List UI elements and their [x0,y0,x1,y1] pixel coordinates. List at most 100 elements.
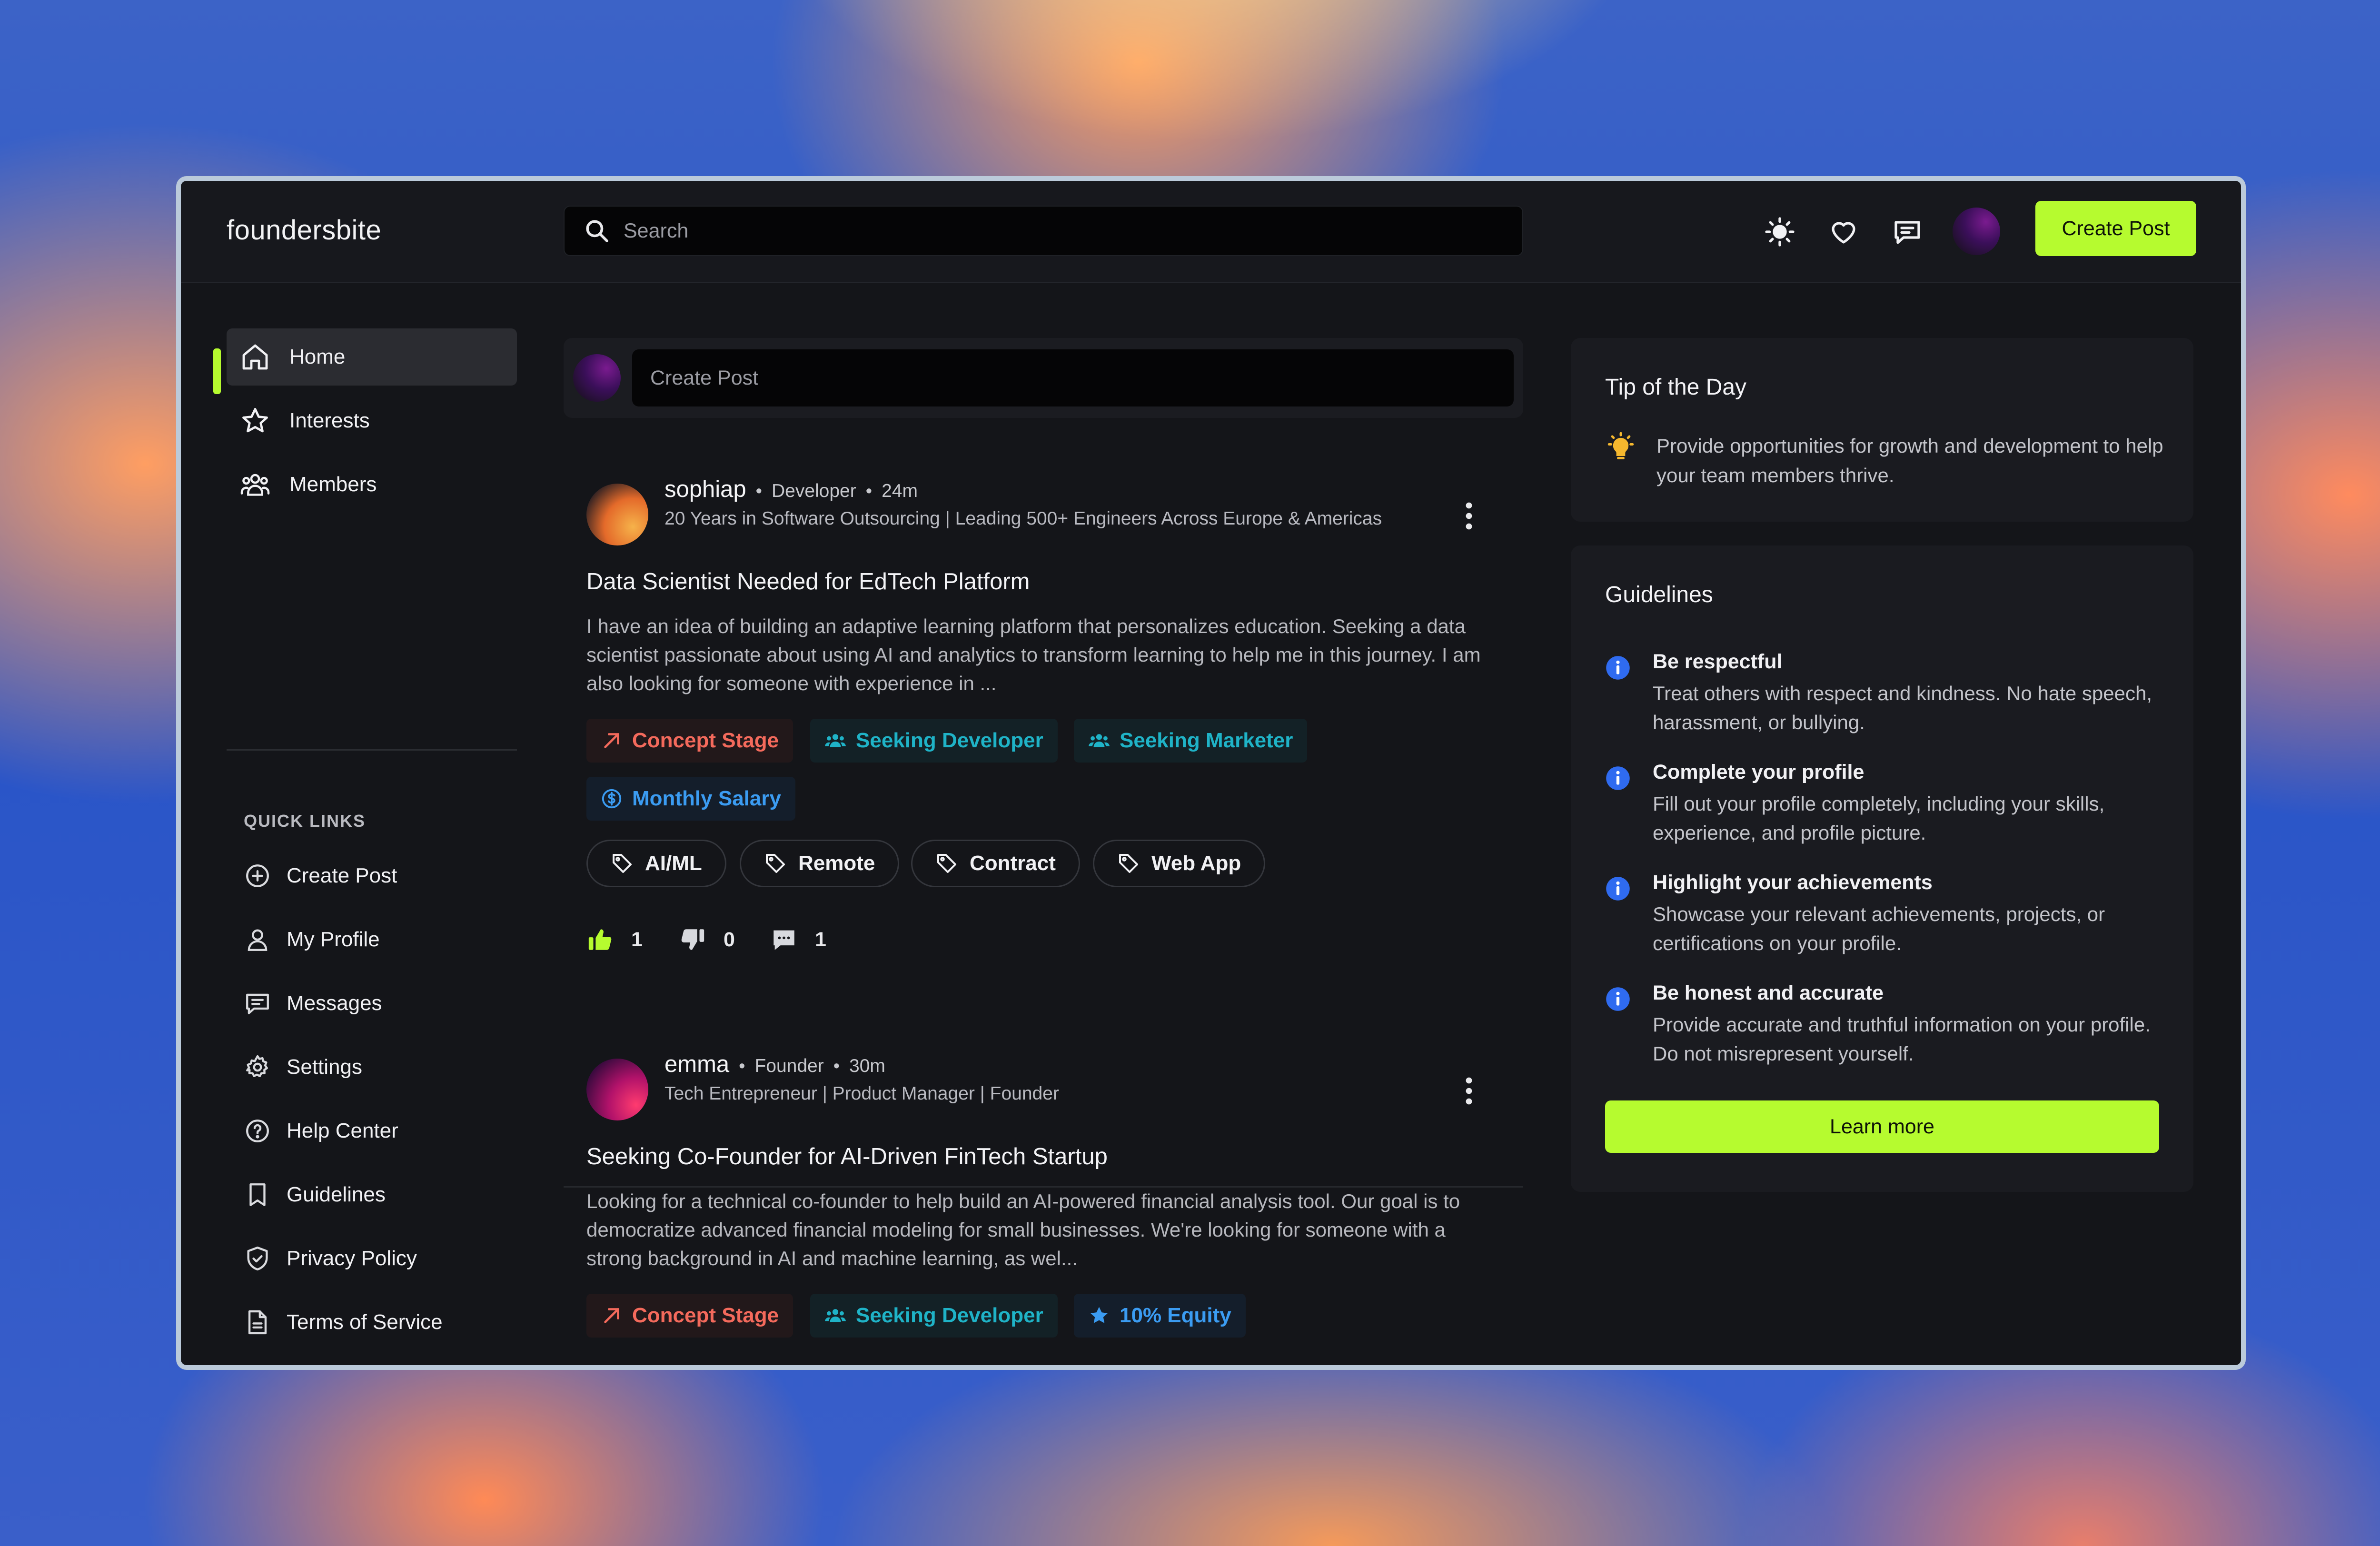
thumbs-up-icon [588,929,612,950]
post-author-role: Developer [771,481,856,501]
more-options-icon[interactable] [1459,501,1478,531]
quick-link-settings[interactable]: Settings [244,1048,362,1086]
tag-label: Web App [1151,852,1241,875]
dislike-button[interactable]: 0 [679,921,735,959]
app-window: foundersbite Search Create Post Home Int… [176,176,2246,1370]
post-meta: sophiap • Developer • 24m [664,476,918,503]
sidebar-item-label: Home [289,345,346,368]
badge-label: Concept Stage [632,1304,779,1327]
quick-link-label: Terms of Service [287,1310,443,1334]
like-count: 1 [631,928,643,951]
quick-links-title: QUICK LINKS [244,811,366,831]
tag-icon [766,854,785,873]
trend-arrow-icon [604,733,619,748]
tag-icon [937,854,956,873]
avatar[interactable] [586,1059,648,1120]
badge-equity: 10% Equity [1074,1294,1246,1338]
home-icon [242,344,268,370]
quick-link-guidelines[interactable]: Guidelines [244,1176,386,1214]
tip-of-the-day-card: Tip of the Day Provide opportunities for… [1571,338,2193,522]
quick-link-label: My Profile [287,928,380,951]
quick-link-messages[interactable]: Messages [244,984,382,1022]
tag-label: AI/ML [645,852,702,875]
dislike-count: 0 [724,928,735,951]
badge-concept-stage: Concept Stage [586,719,793,763]
tag-icon [1119,854,1138,873]
user-avatar[interactable] [1953,208,2000,255]
sidebar-item-home[interactable]: Home [227,328,517,386]
like-button[interactable]: 1 [586,921,643,959]
quick-link-privacy-policy[interactable]: Privacy Policy [244,1239,417,1278]
logo[interactable]: foundersbite [227,214,381,246]
plus-circle-icon [246,864,269,887]
avatar [573,354,621,402]
badge-label: Seeking Developer [856,1304,1043,1327]
help-icon [246,1120,269,1142]
tag-icon [613,854,632,873]
separator-dot: • [865,481,873,501]
quick-link-terms-of-service[interactable]: Terms of Service [244,1303,443,1341]
badge-seeking-marketer: Seeking Marketer [1074,719,1308,763]
info-icon [1606,766,1630,790]
post-title[interactable]: Data Scientist Needed for EdTech Platfor… [586,568,1030,595]
compose-box: Create Post [564,338,1523,418]
document-icon [248,1310,267,1335]
learn-more-button[interactable]: Learn more [1605,1100,2159,1153]
quick-link-label: Messages [287,991,382,1015]
thumbs-down-icon [681,929,704,950]
sidebar-item-label: Members [289,473,377,496]
sidebar-item-interests[interactable]: Interests [227,392,517,449]
badge-label: 10% Equity [1120,1304,1231,1327]
post-author[interactable]: emma [664,1051,729,1078]
top-bar: foundersbite Search Create Post [181,181,2241,283]
tag-ai-ml[interactable]: AI/ML [586,840,726,887]
search-bar[interactable]: Search [564,206,1523,256]
quick-link-help-center[interactable]: Help Center [244,1112,398,1150]
quick-link-create-post[interactable]: Create Post [244,857,397,895]
badge-label: Monthly Salary [632,787,781,810]
quick-link-label: Create Post [287,864,397,887]
info-icon [1606,987,1630,1011]
badge-label: Concept Stage [632,729,779,752]
tag-remote[interactable]: Remote [740,840,900,887]
gear-icon [246,1055,268,1078]
sun-icon [1765,217,1795,247]
info-icon [1606,656,1630,680]
post-meta: emma • Founder • 30m [664,1051,885,1078]
post-time: 24m [882,481,918,501]
tip-text: Provide opportunities for growth and dev… [1656,435,2163,486]
favorites-button[interactable] [1828,216,1859,248]
tag-label: Remote [798,852,875,875]
quick-link-my-profile[interactable]: My Profile [244,921,380,959]
comment-icon [774,930,794,950]
shield-icon [247,1246,268,1271]
quick-link-label: Settings [287,1055,362,1079]
theme-toggle-button[interactable] [1764,216,1795,248]
avatar[interactable] [586,484,648,545]
comment-button[interactable]: 1 [770,921,826,959]
tag-contract[interactable]: Contract [911,840,1080,887]
more-options-icon[interactable] [1459,1076,1478,1106]
create-post-input[interactable]: Create Post [632,349,1514,406]
guideline-heading: Complete your profile [1653,761,1864,783]
post-title[interactable]: Seeking Co-Founder for AI-Driven FinTech… [586,1143,1108,1170]
trend-arrow-icon [604,1308,619,1323]
tag-web-app[interactable]: Web App [1093,840,1266,887]
guideline-heading: Highlight your achievements [1653,871,1933,894]
quick-link-label: Privacy Policy [287,1247,417,1270]
dollar-icon [602,789,622,809]
create-post-button[interactable]: Create Post [2035,201,2196,256]
post-author[interactable]: sophiap [664,476,746,503]
sidebar-item-members[interactable]: Members [227,456,517,513]
group-icon [824,734,846,747]
sidebar: Home Interests Members QUICK LINKS Creat… [181,283,533,1365]
search-input[interactable]: Search [624,219,688,243]
sidebar-item-label: Interests [289,409,370,432]
messages-button[interactable] [1892,216,1923,248]
guideline-heading: Be honest and accurate [1653,981,1884,1004]
badge-seeking-developer: Seeking Developer [810,1294,1058,1338]
post-body: I have an idea of building an adaptive l… [586,615,1481,694]
message-icon [246,993,269,1014]
quick-link-label: Help Center [287,1119,398,1142]
heart-icon [1832,222,1855,244]
